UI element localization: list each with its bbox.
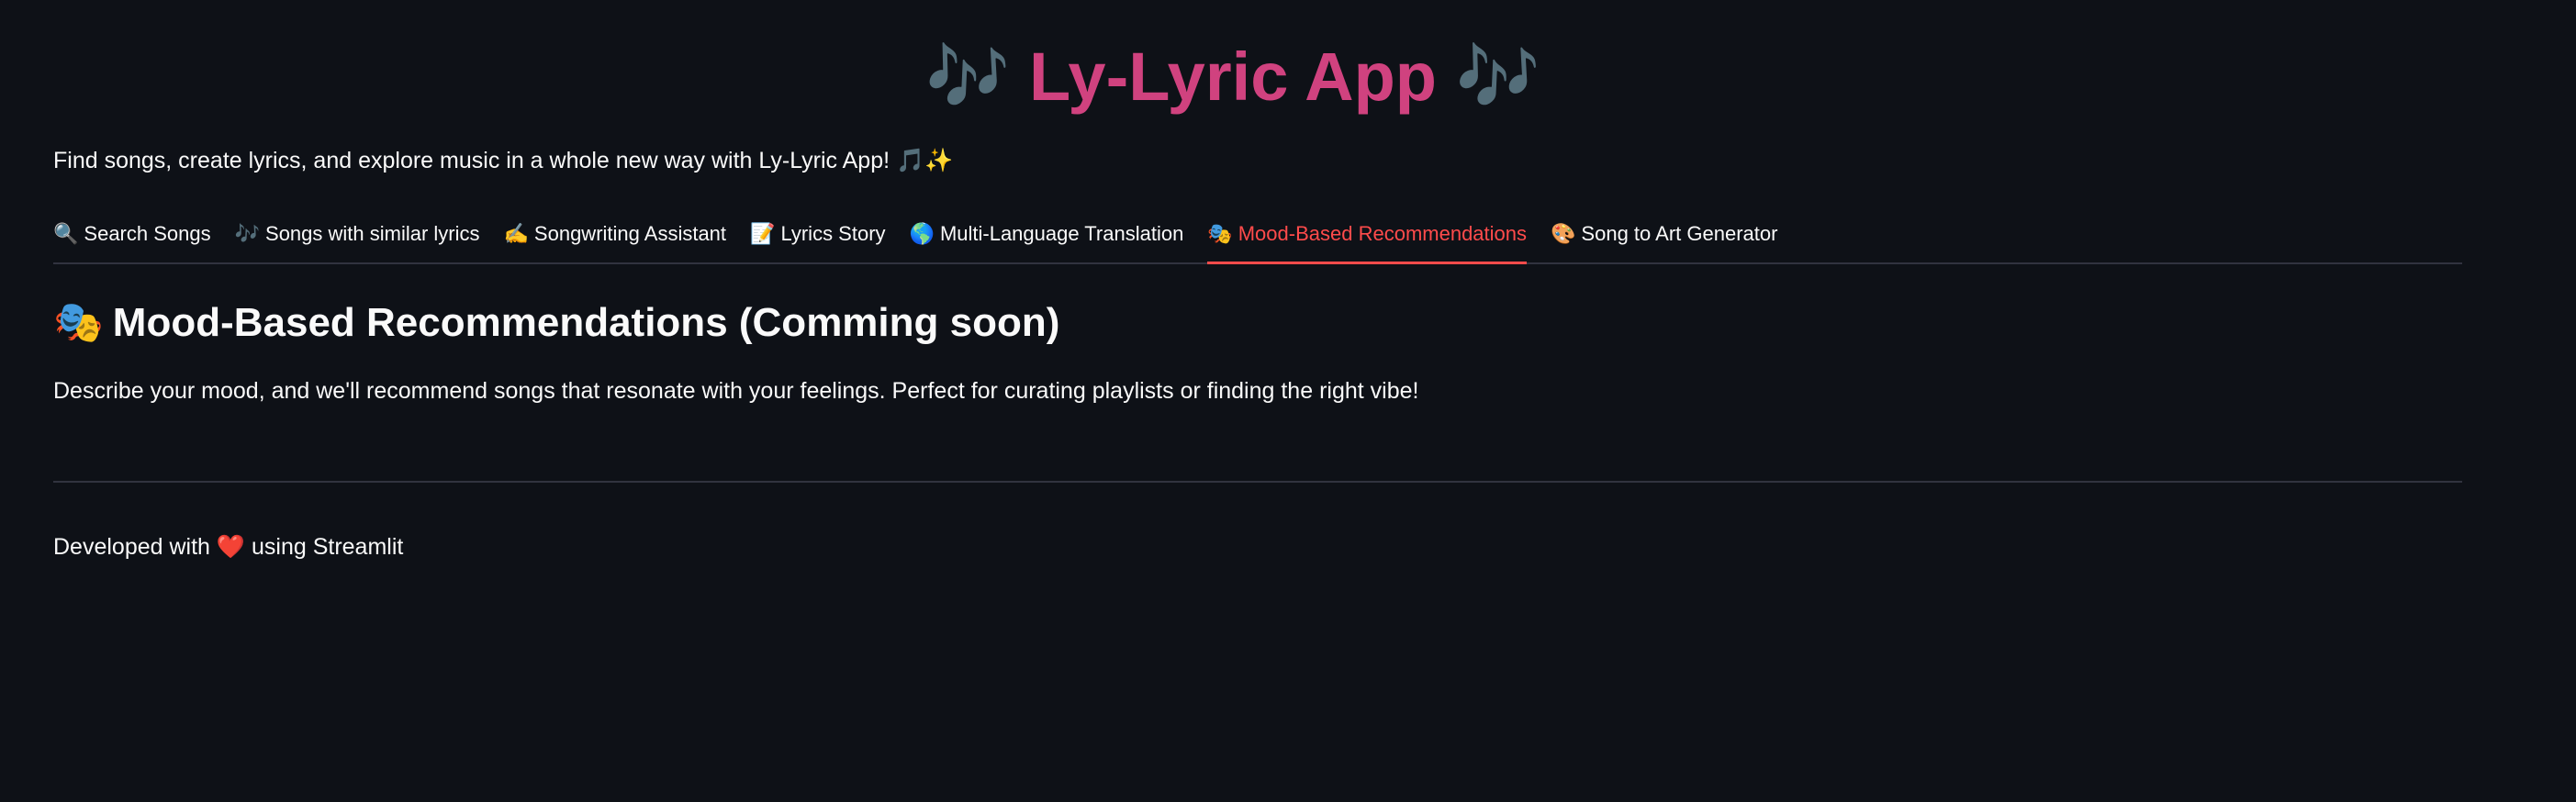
theater-masks-icon: 🎭 [1207,222,1233,245]
tab-label: Lyrics Story [780,222,886,245]
section-heading-text: Mood-Based Recommendations (Comming soon… [112,300,1060,345]
section-description: Describe your mood, and we'll recommend … [53,378,1419,404]
tab-lyrics-story[interactable]: 📝 Lyrics Story [750,209,886,262]
section-heading: 🎭 Mood-Based Recommendations (Comming soo… [53,294,1059,352]
tab-label: Mood-Based Recommendations [1238,222,1528,245]
memo-icon: 📝 [750,222,776,245]
app-title-text: Ly-Lyric App [1028,39,1438,115]
tab-similar-lyrics[interactable]: 🎶 Songs with similar lyrics [235,209,480,262]
heart-icon: ❤️ [216,534,246,560]
footer-prefix: Developed with [53,534,210,560]
footer-suffix: using Streamlit [251,534,404,560]
divider [53,481,2462,483]
app-page: 🎶 Ly-Lyric App 🎶 Find songs, create lyri… [0,0,2576,802]
music-notes-icon: 🎶 [234,222,261,245]
tab-bar: 🔍 Search Songs 🎶 Songs with similar lyrics… [53,209,2462,264]
tab-translation[interactable]: 🌎 Multi-Language Translation [910,209,1184,262]
tab-label: Multi-Language Translation [939,222,1184,245]
tab-label: Songwriting Assistant [533,222,727,245]
tab-songwriting-assistant[interactable]: ✍️ Songwriting Assistant [504,209,727,262]
tab-label: Song to Art Generator [1581,222,1778,245]
tab-label: Songs with similar lyrics [265,222,480,245]
app-intro: Find songs, create lyrics, and explore m… [53,148,954,173]
tab-song-to-art[interactable]: 🎨 Song to Art Generator [1551,209,1777,262]
app-title: 🎶 Ly-Lyric App 🎶 [0,26,2466,128]
music-notes-icon: 🎶 [1455,39,1540,115]
magnifier-icon: 🔍 [53,222,79,245]
tab-mood-recommendations[interactable]: 🎭 Mood-Based Recommendations [1207,209,1528,264]
palette-icon: 🎨 [1551,222,1576,245]
globe-icon: 🌎 [909,222,935,245]
tab-search-songs[interactable]: 🔍 Search Songs [53,209,211,262]
footer: Developed with ❤️ using Streamlit [53,530,403,563]
tab-label: Search Songs [84,222,211,245]
music-notes-icon: 🎶 [925,39,1011,115]
theater-masks-icon: 🎭 [53,300,104,345]
writing-hand-icon: ✍️ [503,222,529,245]
